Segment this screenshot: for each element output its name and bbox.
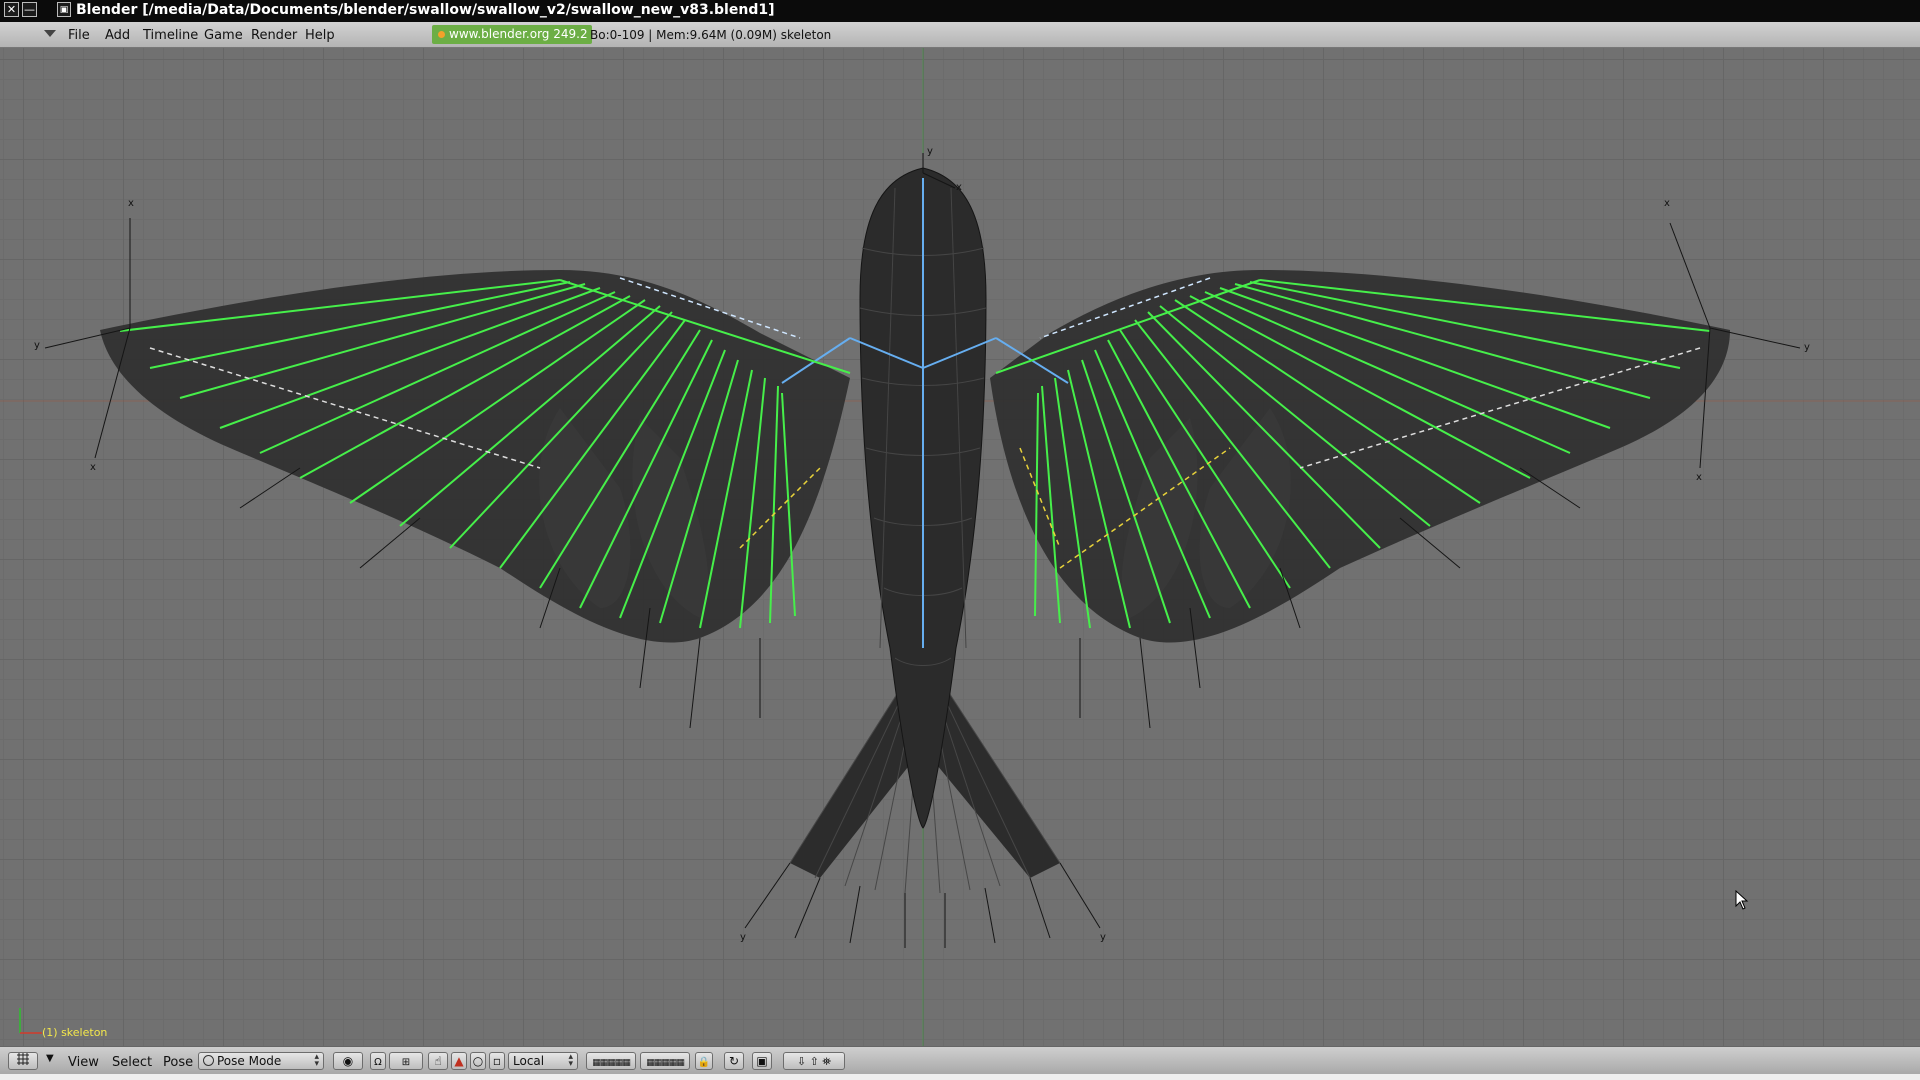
mode-label: Pose Mode xyxy=(217,1054,282,1068)
swallow-armature-scene: x y x x y x y x y y xyxy=(0,48,1920,1046)
layer-buttons-2[interactable]: ▦▦▦▦▦ xyxy=(640,1052,690,1070)
version-badge[interactable]: www.blender.org 249.2 xyxy=(432,25,592,44)
svg-text:x: x xyxy=(1696,472,1702,483)
menu-add[interactable]: Add xyxy=(105,28,130,43)
pose-mode-icon xyxy=(203,1055,214,1066)
triangle-icon: ▲ xyxy=(454,1054,464,1068)
svg-text:y: y xyxy=(927,146,933,157)
close-window-button[interactable]: ✕ xyxy=(4,2,19,17)
info-header: File Add Timeline Game Render Help www.b… xyxy=(0,22,1920,48)
menu-view[interactable]: View xyxy=(68,1055,99,1070)
window-title-bar: ✕ — ▣ Blender [/media/Data/Documents/ble… xyxy=(0,0,1920,22)
menu-game[interactable]: Game xyxy=(204,28,243,43)
render-button[interactable]: ▣ xyxy=(752,1052,772,1070)
blender-logo-icon xyxy=(438,31,445,38)
window-bottom-strip xyxy=(0,1074,1920,1080)
version-label: www.blender.org 249.2 xyxy=(449,27,588,41)
header-menu-toggle-icon[interactable]: ▼ xyxy=(46,1053,54,1064)
layer-lock-button[interactable]: Ω xyxy=(370,1052,386,1070)
svg-text:x: x xyxy=(128,198,134,209)
circle-icon: ○ xyxy=(472,1054,484,1068)
left-wing-mesh xyxy=(100,270,850,643)
layers-icon: ▦▦▦▦▦ xyxy=(592,1058,631,1068)
window-title: Blender [/media/Data/Documents/blender/s… xyxy=(76,2,775,18)
header-collapse-icon[interactable] xyxy=(44,30,56,37)
svg-text:y: y xyxy=(740,932,746,943)
layers-icon: ▦▦▦▦▦ xyxy=(646,1058,685,1068)
svg-text:x: x xyxy=(1664,198,1670,209)
lock-layers-button[interactable]: 🔒 xyxy=(695,1052,713,1070)
menu-pose[interactable]: Pose xyxy=(163,1055,193,1070)
chevron-updown-icon: ▴ ▾ xyxy=(314,1052,319,1069)
translate-manipulator[interactable]: ▲ xyxy=(451,1052,467,1070)
layer-buttons-1[interactable]: ▦▦▦▦▦ xyxy=(586,1052,636,1070)
orientation-label: Local xyxy=(513,1054,545,1068)
scale-manipulator[interactable]: ▫ xyxy=(489,1052,505,1070)
orientation-dropdown[interactable]: Local ▴ ▾ xyxy=(508,1052,578,1070)
render-icon: ▣ xyxy=(756,1054,768,1068)
snap-button[interactable]: ↻ xyxy=(724,1052,744,1070)
draw-type-button[interactable]: ◉ xyxy=(333,1052,363,1070)
scene-stats: Bo:0-109 | Mem:9.64M (0.09M) skeleton xyxy=(590,28,832,42)
view-axis-widget xyxy=(19,1008,42,1034)
right-wing-mesh xyxy=(990,270,1730,643)
pivot-button[interactable]: ⊞ xyxy=(389,1052,423,1070)
refresh-icon: ↻ xyxy=(728,1054,740,1068)
rotate-manipulator[interactable]: ○ xyxy=(470,1052,486,1070)
active-object-label: (1) skeleton xyxy=(42,1026,108,1039)
copy-paste-pose-buttons[interactable]: ⇩ ⇧ ⛯ xyxy=(783,1052,845,1070)
svg-text:y: y xyxy=(34,340,40,351)
editor-type-grid-icon[interactable] xyxy=(8,1052,38,1070)
svg-text:y: y xyxy=(1804,342,1810,353)
magnet-icon: Ω xyxy=(374,1057,382,1068)
maximize-window-button[interactable]: ▣ xyxy=(57,2,71,17)
shading-icon: ◉ xyxy=(342,1054,354,1068)
pose-copy-icons: ⇩ ⇧ ⛯ xyxy=(796,1055,832,1068)
pivot-icon: ⊞ xyxy=(401,1057,411,1068)
hand-icon: ☝ xyxy=(434,1054,442,1068)
svg-text:y: y xyxy=(1100,932,1106,943)
menu-select[interactable]: Select xyxy=(112,1055,152,1070)
menu-file[interactable]: File xyxy=(68,28,90,43)
menu-timeline[interactable]: Timeline xyxy=(143,28,198,43)
square-icon: ▫ xyxy=(492,1054,502,1068)
3d-viewport[interactable]: x y x x y x y x y y (1) skeleton xyxy=(0,48,1920,1046)
svg-text:x: x xyxy=(956,182,962,193)
mode-dropdown[interactable]: Pose Mode ▴ ▾ xyxy=(198,1052,324,1070)
menu-render[interactable]: Render xyxy=(251,28,297,43)
svg-text:x: x xyxy=(90,462,96,473)
menu-help[interactable]: Help xyxy=(305,28,335,43)
view3d-header: ▼ View Select Pose Pose Mode ▴ ▾ ◉ Ω ⊞ ☝ ▲… xyxy=(0,1046,1920,1074)
manipulator-toggle[interactable]: ☝ xyxy=(428,1052,448,1070)
minimize-window-button[interactable]: — xyxy=(22,2,37,17)
mouse-cursor-icon xyxy=(1735,890,1749,910)
chevron-updown-icon: ▴ ▾ xyxy=(568,1052,573,1069)
lock-icon: 🔒 xyxy=(697,1057,711,1068)
